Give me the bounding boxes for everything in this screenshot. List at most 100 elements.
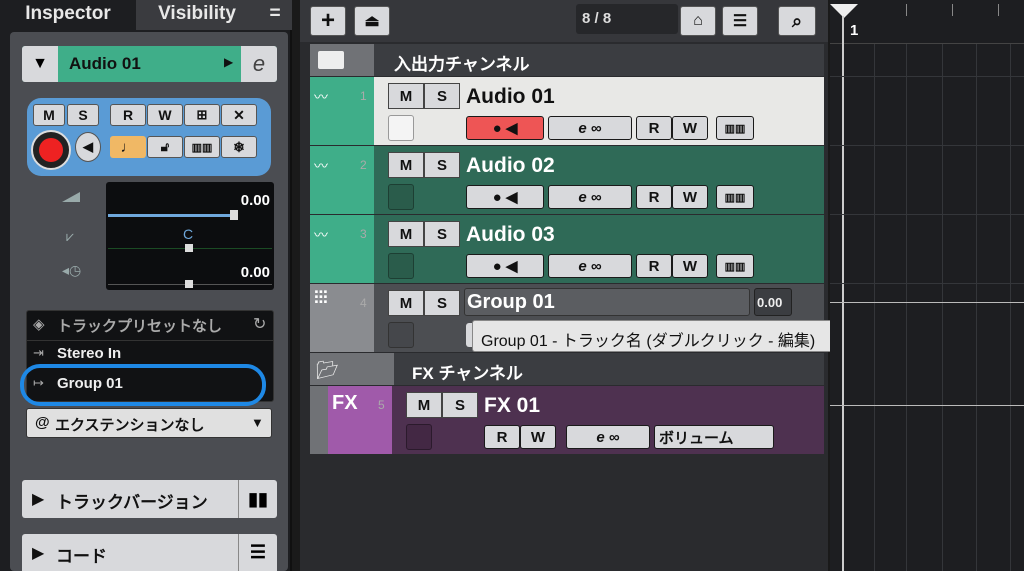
mute-button[interactable]: M xyxy=(33,104,65,126)
track-audio-01[interactable]: 〰 1 M S Audio 01 ● ◀ e ∞ R W ▥▥ xyxy=(310,77,824,145)
tab-visibility[interactable]: Visibility xyxy=(142,0,252,30)
track-name[interactable]: FX 01 xyxy=(484,394,540,418)
track-list: + ⏏ 8 / 8 ⌂ ☰ ⌕ 入出力チャンネル 〰 1 M S Audio 0… xyxy=(300,0,828,571)
tab-inspector[interactable]: Inspector xyxy=(0,0,136,30)
playhead-marker-icon[interactable] xyxy=(830,4,858,18)
channel-edit-buttons[interactable]: e ∞ xyxy=(548,254,632,278)
visibility-agent-icon[interactable]: ⌂ xyxy=(680,6,716,36)
folder-track-io[interactable]: 入出力チャンネル xyxy=(310,44,824,76)
folder-plus-icon[interactable]: ⏏ xyxy=(354,6,390,36)
lanes-icon[interactable]: ⊞ xyxy=(184,104,220,126)
inspector-track-header[interactable]: ▼ Audio 01 ▶ e xyxy=(22,46,277,82)
track-audio-03[interactable]: 〰 3 M S Audio 03 ● ◀ e ∞ R W ▥▥ xyxy=(310,215,824,283)
folder-indent xyxy=(310,386,328,454)
track-fx-01[interactable]: FX 5 M S FX 01 R W e ∞ ボリューム xyxy=(310,386,824,454)
mute-button[interactable]: M xyxy=(388,83,424,109)
list-icon[interactable]: ☰ xyxy=(722,6,758,36)
pan-handle[interactable] xyxy=(185,244,193,252)
control-cluster: M S R W ⊞ ✕ ◀ ♩ 🔓︎ ▥▥ ❄ xyxy=(27,98,271,176)
solo-button[interactable]: S xyxy=(424,221,460,247)
solo-button[interactable]: S xyxy=(442,392,478,418)
lane-display-icon[interactable]: ▥▥ xyxy=(184,136,220,158)
track-name[interactable]: Audio 03 xyxy=(466,223,555,247)
reload-icon[interactable]: ↻ xyxy=(253,314,266,334)
read-button[interactable]: R xyxy=(636,185,672,209)
track-audio-02[interactable]: 〰 2 M S Audio 02 ● ◀ e ∞ R W ▥▥ xyxy=(310,146,824,214)
track-versions-section[interactable]: ▶ トラックバージョン ▮▮ xyxy=(22,480,277,518)
solo-button[interactable]: S xyxy=(67,104,99,126)
write-button[interactable]: W xyxy=(672,254,708,278)
write-button[interactable]: W xyxy=(672,116,708,140)
track-list-toolbar: + ⏏ 8 / 8 ⌂ ☰ ⌕ xyxy=(300,0,828,42)
input-icon: ⇥ xyxy=(33,345,44,360)
record-monitor-buttons[interactable]: ● ◀ xyxy=(466,254,544,278)
track-checkbox[interactable] xyxy=(388,184,414,210)
channel-edit-buttons[interactable]: e ∞ xyxy=(548,185,632,209)
extension-dropdown[interactable]: @ エクステンションなし ▼ xyxy=(26,408,272,438)
solo-button[interactable]: S xyxy=(424,152,460,178)
search-icon[interactable]: ⌕ xyxy=(778,6,816,36)
channel-edit-buttons[interactable]: e ∞ xyxy=(566,425,650,449)
ruler-tick xyxy=(998,4,999,16)
monitor-speaker-icon[interactable]: ◀ xyxy=(75,132,101,162)
timebase-note-icon[interactable]: ♩ xyxy=(110,136,146,158)
input-routing[interactable]: Stereo In xyxy=(57,345,121,362)
write-button[interactable]: W xyxy=(520,425,556,449)
event-display[interactable]: 1 xyxy=(830,0,1024,571)
mute-button[interactable]: M xyxy=(388,152,424,178)
read-button[interactable]: R xyxy=(110,104,146,126)
edit-channel-icon[interactable]: e xyxy=(241,46,277,82)
track-checkbox[interactable] xyxy=(388,115,414,141)
mute-button[interactable]: M xyxy=(406,392,442,418)
write-button[interactable]: W xyxy=(147,104,183,126)
record-monitor-buttons[interactable]: ● ◀ xyxy=(466,116,544,140)
lanes-icon[interactable]: ▥▥ xyxy=(716,254,754,278)
read-button[interactable]: R xyxy=(484,425,520,449)
lanes-icon[interactable]: ▥▥ xyxy=(716,185,754,209)
track-name[interactable]: Audio 02 xyxy=(466,154,555,178)
lock-icon[interactable]: 🔓︎ xyxy=(147,136,183,158)
versions-icon[interactable]: ▮▮ xyxy=(238,480,277,518)
volume-icon xyxy=(62,192,80,202)
group-volume-field[interactable]: 0.00 xyxy=(754,288,792,316)
mute-solo-group: M S xyxy=(388,152,460,178)
add-track-icon[interactable]: + xyxy=(310,6,346,36)
fx-icon: FX xyxy=(332,392,358,414)
channel-edit-buttons[interactable]: e ∞ xyxy=(548,116,632,140)
solo-button[interactable]: S xyxy=(424,83,460,109)
expand-triangle-icon: ▶ xyxy=(32,491,45,508)
volume-fader-handle[interactable] xyxy=(230,210,238,220)
volume-value: 0.00 xyxy=(240,192,270,209)
read-button[interactable]: R xyxy=(636,254,672,278)
expand-triangle-icon: ▶ xyxy=(32,545,45,562)
track-preset-label[interactable]: トラックプリセットなし xyxy=(57,315,222,336)
inspector-track-name: Audio 01 xyxy=(69,54,141,73)
grid-line xyxy=(830,145,1024,146)
fx-volume-label[interactable]: ボリューム xyxy=(654,425,774,449)
read-button[interactable]: R xyxy=(636,116,672,140)
track-checkbox[interactable] xyxy=(406,424,432,450)
pan-icon: ⩗ xyxy=(66,228,74,244)
chord-settings-icon[interactable]: ☰ xyxy=(238,534,277,571)
fx-automation-line xyxy=(830,405,1024,406)
collapse-triangle-icon[interactable]: ▼ xyxy=(22,46,58,82)
track-name-field[interactable]: Group 01 xyxy=(464,288,750,316)
lanes-icon[interactable]: ▥▥ xyxy=(716,116,754,140)
ruler[interactable]: 1 xyxy=(830,0,1024,44)
freeze-icon[interactable]: ❄ xyxy=(221,136,257,158)
folder-track-fx[interactable]: 📂︎ FX チャンネル xyxy=(310,353,824,385)
track-checkbox[interactable] xyxy=(388,253,414,279)
track-name[interactable]: Audio 01 xyxy=(466,85,555,109)
mute-button[interactable]: M xyxy=(388,290,424,316)
waveform-icon: 〰 xyxy=(314,227,328,243)
delay-handle[interactable] xyxy=(185,280,193,288)
record-enable-button[interactable] xyxy=(31,130,71,170)
record-monitor-buttons[interactable]: ● ◀ xyxy=(466,185,544,209)
track-checkbox[interactable] xyxy=(388,322,414,348)
write-button[interactable]: W xyxy=(672,185,708,209)
hamburger-icon[interactable]: = xyxy=(262,0,288,30)
solo-button[interactable]: S xyxy=(424,290,460,316)
mute-button[interactable]: M xyxy=(388,221,424,247)
bypass-icon[interactable]: ✕ xyxy=(221,104,257,126)
chord-section[interactable]: ▶ コード ☰ xyxy=(22,534,277,571)
